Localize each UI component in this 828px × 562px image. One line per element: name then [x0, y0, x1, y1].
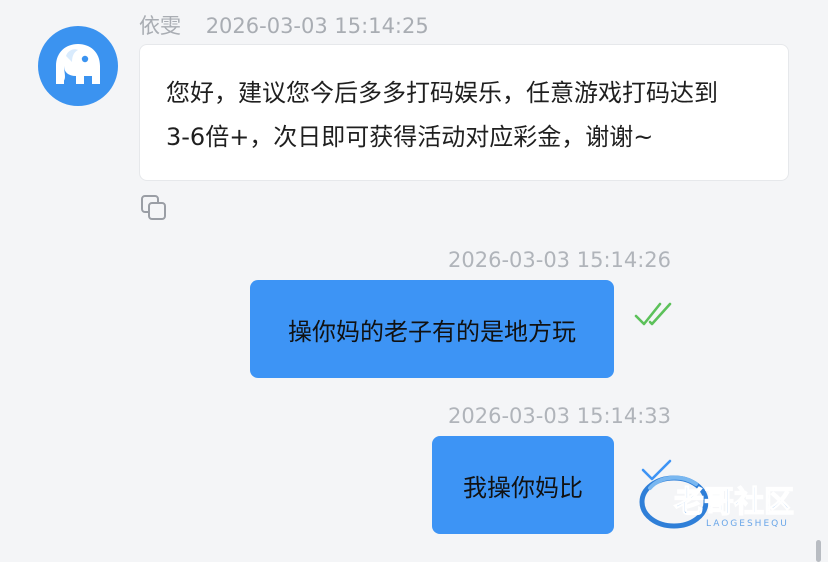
- incoming-message-line: 您好，建议您今后多多打码娱乐，任意游戏打码达到: [166, 79, 718, 107]
- sender-name: 依雯: [139, 14, 181, 38]
- outgoing-message-text: 操你妈的老子有的是地方玩: [288, 317, 576, 346]
- outgoing-timestamp: 2026-03-03 15:14:33: [448, 404, 672, 428]
- elephant-icon: [56, 44, 100, 84]
- incoming-timestamp: 2026-03-03 15:14:25: [205, 14, 429, 38]
- outgoing-message-text: 我操你妈比: [463, 473, 583, 502]
- agent-avatar[interactable]: [38, 26, 118, 106]
- watermark-subtext: LAOGESHEQU: [706, 519, 789, 529]
- outgoing-message-bubble[interactable]: 操你妈的老子有的是地方玩: [250, 280, 614, 378]
- incoming-message-bubble[interactable]: 您好，建议您今后多多打码娱乐，任意游戏打码达到 3-6倍+，次日即可获得活动对应…: [139, 44, 789, 181]
- copy-icon[interactable]: [140, 194, 168, 222]
- scrollbar-thumb[interactable]: [816, 540, 821, 562]
- outgoing-message-bubble[interactable]: 我操你妈比: [432, 436, 614, 534]
- watermark-text: 老哥社区: [674, 485, 794, 520]
- incoming-meta: 依雯 2026-03-03 15:14:25: [139, 10, 429, 40]
- watermark-logo: 老哥社区 LAOGESHEQU: [636, 466, 816, 532]
- double-check-icon: [634, 300, 678, 332]
- outgoing-timestamp: 2026-03-03 15:14:26: [448, 248, 672, 272]
- incoming-message-line: 3-6倍+，次日即可获得活动对应彩金，谢谢~: [166, 123, 654, 151]
